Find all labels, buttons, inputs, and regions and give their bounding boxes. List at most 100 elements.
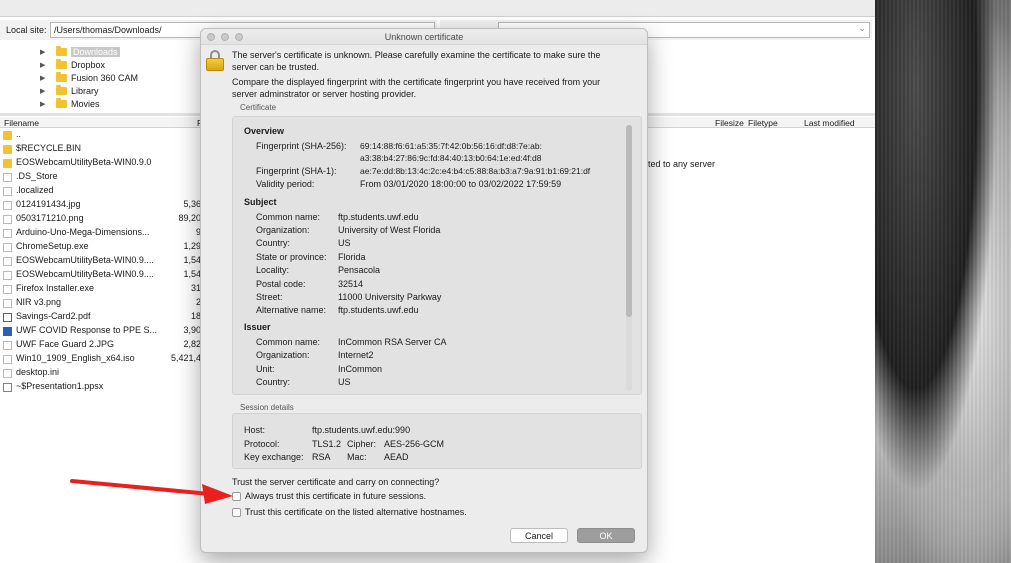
intro-line: server adminstrator or server hosting pr… (232, 89, 417, 99)
trust-altnames-label[interactable]: Trust this certificate on the listed alt… (245, 507, 467, 517)
intro-line: Compare the displayed fingerprint with t… (232, 77, 601, 87)
file-row[interactable]: 0124191434.jpg 5,365 (0, 198, 210, 212)
file-icon (3, 341, 12, 350)
file-icon (3, 173, 12, 182)
cipher-label: Cipher: (347, 439, 377, 449)
intro-line: The server's certificate is unknown. Ple… (232, 50, 601, 60)
tree-item-library[interactable]: ▶ Library (40, 84, 99, 97)
sha256-value-continued: a3:38:b4:27:86:9c:fd:84:40:13:b0:64:1e:e… (360, 153, 542, 163)
remote-status-message: ted to any server (648, 159, 716, 169)
tree-item-downloads[interactable]: ▶ Downloads (40, 45, 120, 58)
file-row[interactable]: .DS_Store6 (0, 170, 210, 184)
file-row[interactable]: UWF COVID Response to PPE S... 3,905 (0, 324, 210, 338)
column-filename[interactable]: Filename (4, 118, 39, 128)
tree-item-dropbox[interactable]: ▶ Dropbox (40, 58, 105, 71)
red-arrow-annotation (70, 479, 233, 504)
certificate-scrollbar[interactable] (626, 125, 632, 391)
scrollbar-thumb[interactable] (626, 125, 632, 317)
file-row[interactable]: .localized (0, 184, 210, 198)
folder-icon (3, 131, 12, 140)
file-name: NIR v3.png (16, 297, 62, 307)
host-label: Host: (244, 425, 266, 435)
dialog-titlebar: Unknown certificate (201, 29, 647, 45)
expand-triangle-icon[interactable]: ▶ (40, 87, 50, 95)
ok-button[interactable]: OK (577, 528, 635, 543)
unknown-certificate-dialog: Unknown certificate The server's certifi… (200, 28, 648, 553)
subject-altname-label: Alternative name: (256, 305, 327, 315)
folder-icon (3, 145, 12, 154)
subject-altname: ftp.students.uwf.edu (338, 305, 419, 315)
ppt-icon (3, 383, 12, 392)
subject-country: US (338, 238, 351, 248)
column-last-modified[interactable]: Last modified (804, 118, 855, 128)
file-name: ~$Presentation1.ppsx (16, 381, 104, 391)
arrow-shaft (70, 479, 212, 496)
file-icon (3, 257, 12, 266)
file-icon (3, 299, 12, 308)
tree-item-label: Movies (71, 98, 100, 109)
column-filesize[interactable]: Filesize (715, 118, 744, 128)
file-row[interactable]: desktop.ini (0, 366, 210, 380)
tree-item-movies[interactable]: ▶ Movies (40, 97, 100, 110)
expand-triangle-icon[interactable]: ▶ (40, 48, 50, 56)
trust-altnames-option[interactable]: Trust this certificate on the listed alt… (232, 507, 467, 517)
sha1-value: ae:7e:dd:8b:13:4c:2c:e4:b4:c5:88:8a:b3:a… (360, 166, 591, 176)
always-trust-option[interactable]: Always trust this certificate in future … (232, 491, 426, 501)
protocol-value: TLS1.2 (312, 439, 342, 449)
subject-street-label: Street: (256, 292, 283, 302)
expand-triangle-icon[interactable]: ▶ (40, 74, 50, 82)
session-group-label: Session details (240, 403, 294, 412)
subject-street: 11000 University Parkway (338, 292, 442, 302)
file-row[interactable]: Win10_1909_English_x64.iso 5,421,45 (0, 352, 210, 366)
file-name: .localized (16, 185, 54, 195)
sha1-label: Fingerprint (SHA-1): (256, 166, 337, 176)
issuer-organization-label: Organization: (256, 350, 310, 360)
tree-item-fusion-360-cam[interactable]: ▶ Fusion 360 CAM (40, 71, 138, 84)
folder-icon (56, 84, 67, 95)
issuer-unit-label: Unit: (256, 364, 275, 374)
mac-value: AEAD (384, 452, 409, 462)
issuer-organization: Internet2 (338, 350, 374, 360)
background-photo (875, 0, 1011, 563)
file-name: UWF COVID Response to PPE S... (16, 325, 158, 335)
intro-line: server can be trusted. (232, 62, 320, 72)
file-row[interactable]: ChromeSetup.exe 1,295 (0, 240, 210, 254)
cipher-value: AES-256-GCM (384, 439, 445, 449)
file-row[interactable]: EOSWebcamUtilityBeta-WIN0.9.0 (0, 156, 210, 170)
issuer-unit: InCommon (338, 364, 383, 374)
file-row[interactable]: UWF Face Guard 2.JPG 2,825 (0, 338, 210, 352)
mac-label: Mac: (347, 452, 367, 462)
file-row[interactable]: .. (0, 128, 210, 142)
key-exchange-label: Key exchange: (244, 452, 304, 462)
file-row[interactable]: NIR v3.png24 (0, 296, 210, 310)
file-name: Savings-Card2.pdf (16, 311, 91, 321)
file-row[interactable]: Firefox Installer.exe 319 (0, 282, 210, 296)
file-row[interactable]: $RECYCLE.BIN (0, 142, 210, 156)
subject-heading: Subject (244, 197, 277, 207)
file-icon (3, 201, 12, 210)
tree-item-label: Fusion 360 CAM (71, 72, 139, 83)
file-icon (3, 271, 12, 280)
file-row[interactable]: 0503171210.png 89,209 (0, 212, 210, 226)
file-row[interactable]: Arduino-Uno-Mega-Dimensions...92 (0, 226, 210, 240)
expand-triangle-icon[interactable]: ▶ (40, 100, 50, 108)
subject-country-label: Country: (256, 238, 291, 248)
file-row[interactable]: Savings-Card2.pdf 189 (0, 310, 210, 324)
trust-altnames-checkbox[interactable] (232, 507, 241, 517)
file-row[interactable]: EOSWebcamUtilityBeta-WIN0.9.... 1,549 (0, 254, 210, 268)
file-icon (3, 355, 12, 364)
file-row[interactable]: ~$Presentation1.ppsx (0, 380, 210, 394)
file-icon (3, 229, 12, 238)
pdf-icon (3, 313, 12, 322)
file-name: desktop.ini (16, 367, 60, 377)
subject-locality: Pensacola (338, 265, 381, 275)
column-filetype[interactable]: Filetype (748, 118, 778, 128)
host-value: ftp.students.uwf.edu:990 (312, 425, 411, 435)
expand-triangle-icon[interactable]: ▶ (40, 61, 50, 69)
file-row[interactable]: EOSWebcamUtilityBeta-WIN0.9.... 1,549 (0, 268, 210, 282)
validity-value: From 03/01/2020 18:00:00 to 03/02/2022 1… (360, 179, 562, 189)
chevron-down-icon[interactable]: ⌄ (858, 23, 866, 34)
file-name: Firefox Installer.exe (16, 283, 95, 293)
always-trust-label[interactable]: Always trust this certificate in future … (245, 491, 426, 501)
cancel-button[interactable]: Cancel (510, 528, 568, 543)
